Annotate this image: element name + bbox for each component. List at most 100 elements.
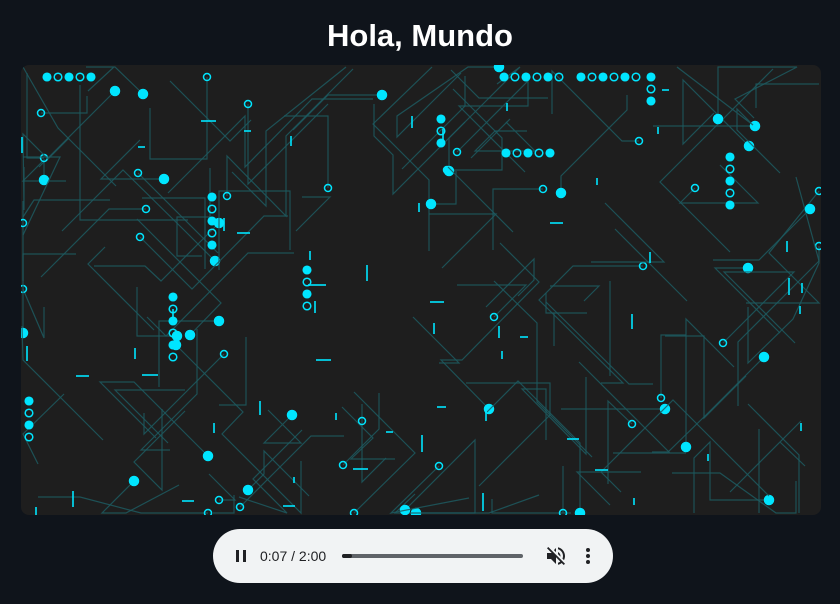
mute-button[interactable] xyxy=(544,544,568,568)
circuit-trace xyxy=(447,166,514,233)
circuit-trace xyxy=(137,172,219,254)
circuit-trace xyxy=(295,196,332,232)
circuit-trace xyxy=(473,121,537,152)
circuit-node xyxy=(555,187,567,199)
circuit-trace xyxy=(393,438,476,514)
circuit-trace xyxy=(493,280,593,458)
circuit-trace xyxy=(353,391,416,514)
circuit-trace xyxy=(545,293,587,346)
circuit-node xyxy=(712,113,724,125)
page-title: Hola, Mundo xyxy=(327,18,513,53)
circuit-pin xyxy=(646,96,656,106)
circuit-trace xyxy=(614,228,688,302)
circuit-pin xyxy=(510,72,520,82)
circuit-pin xyxy=(64,72,74,82)
circuit-trace xyxy=(61,169,216,262)
circuit-pin xyxy=(75,72,85,82)
more-vert-icon xyxy=(586,548,590,564)
circuit-pin xyxy=(523,148,533,158)
circuit-trace xyxy=(167,98,373,194)
circuit-pin xyxy=(725,188,735,198)
circuit-node xyxy=(680,441,692,453)
circuit-pin xyxy=(24,396,34,406)
circuit-trace xyxy=(38,90,116,168)
circuit-trace xyxy=(747,403,800,513)
circuit-trace xyxy=(143,353,225,436)
circuit-trace xyxy=(412,316,461,364)
circuit-pin xyxy=(86,72,96,82)
circuit-pin xyxy=(302,301,312,311)
circuit-trace xyxy=(100,480,180,514)
circuit-pin xyxy=(587,72,597,82)
circuit-node xyxy=(814,241,821,251)
circuit-pin xyxy=(598,72,608,82)
time-display: 0:07 / 2:00 xyxy=(260,548,327,564)
circuit-trace xyxy=(545,301,653,385)
circuit-pin xyxy=(436,114,446,124)
circuit-trace xyxy=(755,83,819,108)
circuit-pin xyxy=(53,72,63,82)
circuit-node xyxy=(574,507,586,515)
circuit-board-image xyxy=(21,65,821,515)
circuit-node xyxy=(128,475,140,487)
circuit-pin xyxy=(725,164,735,174)
circuit-pin xyxy=(207,192,217,202)
circuit-trace xyxy=(416,494,540,514)
circuit-trace xyxy=(729,420,806,493)
circuit-trace xyxy=(717,66,798,119)
progress-slider[interactable] xyxy=(342,549,523,563)
circuit-pattern xyxy=(21,65,821,515)
circuit-trace xyxy=(660,334,686,398)
circuit-trace xyxy=(87,246,155,331)
circuit-pin xyxy=(532,72,542,82)
volume-off-icon xyxy=(547,547,565,565)
circuit-node xyxy=(743,140,755,152)
circuit-trace xyxy=(485,257,535,308)
circuit-trace xyxy=(560,95,628,193)
circuit-trace xyxy=(239,435,344,508)
circuit-node xyxy=(425,198,437,210)
circuit-pin xyxy=(24,408,34,418)
circuit-pin xyxy=(168,292,178,302)
circuit-trace xyxy=(26,73,44,159)
audio-player: 0:07 / 2:00 xyxy=(213,529,613,583)
more-options-button[interactable] xyxy=(576,544,600,568)
circuit-trace xyxy=(678,164,760,204)
pause-button[interactable] xyxy=(229,544,253,568)
circuit-node xyxy=(749,120,761,132)
circuit-node xyxy=(286,409,298,421)
circuit-trace xyxy=(342,393,380,466)
circuit-trace xyxy=(575,471,641,506)
circuit-trace xyxy=(665,335,747,420)
circuit-node xyxy=(376,89,388,101)
circuit-trace xyxy=(431,171,457,205)
circuit-pin xyxy=(534,148,544,158)
circuit-trace xyxy=(373,104,466,196)
circuit-node xyxy=(202,450,214,462)
circuit-node xyxy=(758,351,770,363)
circuit-trace xyxy=(22,132,70,211)
circuit-pin xyxy=(168,340,178,350)
circuit-trace xyxy=(551,69,639,142)
circuit-pin xyxy=(521,72,531,82)
circuit-trace xyxy=(491,499,571,514)
circuit-pin xyxy=(42,72,52,82)
progress-fill xyxy=(342,554,352,558)
progress-track xyxy=(342,554,523,558)
circuit-trace xyxy=(713,208,811,261)
circuit-node xyxy=(493,65,505,73)
circuit-pin xyxy=(24,420,34,430)
circuit-pin xyxy=(207,204,217,214)
circuit-trace xyxy=(550,285,601,302)
circuit-pin xyxy=(646,72,656,82)
circuit-node xyxy=(213,315,225,327)
pause-icon xyxy=(236,550,246,562)
circuit-node xyxy=(209,255,221,267)
circuit-trace xyxy=(22,156,61,236)
circuit-trace xyxy=(175,344,302,515)
circuit-node xyxy=(242,484,254,496)
circuit-trace xyxy=(693,440,769,513)
circuit-pin xyxy=(168,352,178,362)
circuit-pin xyxy=(436,138,446,148)
circuit-pin xyxy=(302,289,312,299)
